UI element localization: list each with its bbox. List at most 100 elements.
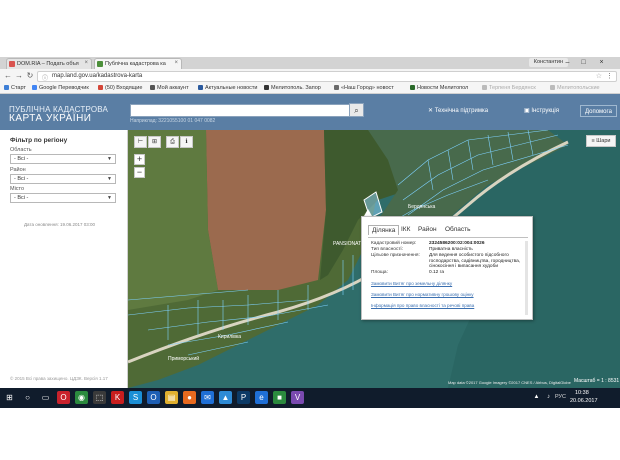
chevron-down-icon: ▼ <box>107 176 112 182</box>
firefox-icon[interactable]: ● <box>183 391 196 404</box>
bookmark-inbox[interactable]: (50) Входящие <box>98 85 142 91</box>
file-explorer-icon[interactable]: ▤ <box>165 391 178 404</box>
tab-ikk[interactable]: ІКК <box>398 226 413 233</box>
windows-start-icon[interactable]: ⊞ <box>3 391 16 404</box>
oblast-select[interactable]: - Всі - ▼ <box>10 154 116 164</box>
news-icon <box>198 85 203 90</box>
photoshop-icon[interactable]: P <box>237 391 250 404</box>
bookmark-start[interactable]: Старт <box>4 85 26 91</box>
cadastral-search-input[interactable] <box>130 104 350 117</box>
browser-tab-strip: DOM.RIA – Подать объя × Публічна кадастр… <box>0 57 620 69</box>
site-icon <box>264 85 269 90</box>
page-info-icon[interactable]: ⓘ <box>42 73 48 82</box>
task-view-icon[interactable]: ▭ <box>39 391 52 404</box>
skype-icon[interactable]: S <box>129 391 142 404</box>
chrome-icon[interactable]: ◉ <box>75 391 88 404</box>
map-label-berdianska: Бердянська <box>408 204 436 210</box>
zoom-out-button[interactable]: − <box>134 167 145 178</box>
bookmarks-bar: Старт Google Переводчик (50) Входящие Мо… <box>0 83 620 94</box>
area-value: 0.12 га <box>429 270 444 275</box>
outlook-icon[interactable]: O <box>147 391 160 404</box>
tab-rayon[interactable]: Район <box>415 226 440 233</box>
chevron-down-icon: ▼ <box>107 195 112 201</box>
filter-title: Фільтр по регіону <box>10 137 68 144</box>
cadastral-number-label: Кадастровий номер: <box>371 241 417 246</box>
bottom-blank-area <box>0 408 620 460</box>
bookmark-melitopolskie[interactable]: Мелитопольские <box>550 85 600 91</box>
mail-icon[interactable]: ✉ <box>201 391 214 404</box>
ownership-type-value: Приватна власність <box>429 247 473 252</box>
top-blank-area <box>0 0 620 57</box>
apps-icon <box>4 85 9 90</box>
volume-icon[interactable]: ♪ <box>542 391 555 404</box>
close-window-icon[interactable]: × <box>594 57 609 68</box>
map-label-kyrylivka: Кирилівка <box>218 334 241 340</box>
browser-tab-cadastre[interactable]: Публічна кадастрова ка × <box>94 58 182 69</box>
area-label: Площа: <box>371 270 388 275</box>
close-tab-icon[interactable]: × <box>84 60 88 66</box>
info-icon[interactable]: ℹ <box>180 136 193 148</box>
measure-distance-icon[interactable]: ⊢ <box>134 136 147 148</box>
popup-scrollbar[interactable] <box>525 241 528 315</box>
close-tab-icon[interactable]: × <box>174 60 178 66</box>
opera-icon[interactable]: O <box>57 391 70 404</box>
viber-icon[interactable]: V <box>291 391 304 404</box>
bookmark-star-icon[interactable]: ☆ <box>596 72 602 80</box>
cadastre-favicon-icon <box>97 61 103 67</box>
city-select[interactable]: - Всі - ▼ <box>10 193 116 203</box>
windows-taskbar: ⊞ ○ ▭ O ◉ ⬚ K S O ▤ ● ✉ ▲ P e ■ V ▲ ♪ <box>0 388 620 408</box>
bookmark-translate[interactable]: Google Переводчик <box>32 85 89 91</box>
tab-label: Публічна кадастрова ка <box>105 61 166 67</box>
bookmark-novosti[interactable]: Новости Мелитопол <box>410 85 468 91</box>
wrench-icon: ✕ <box>428 108 435 114</box>
search-icon[interactable]: ⌕ <box>349 103 364 117</box>
ownership-info-link[interactable]: Інформація про право власності та речові… <box>371 303 474 308</box>
help-button[interactable]: Допомога <box>580 105 617 117</box>
plowed-field <box>206 130 326 290</box>
bookmark-berdyansk[interactable]: Терпеня Бердянск <box>482 85 536 91</box>
tab-parcel[interactable]: Ділянка <box>368 225 400 235</box>
clock-date[interactable]: 20.06.2017 <box>570 398 598 404</box>
map-scale: Масштаб = 1 : 8531 <box>574 378 620 384</box>
manual-button[interactable]: ▣ Інструкція <box>520 105 563 117</box>
maximize-icon[interactable]: □ <box>576 57 591 68</box>
rayon-select[interactable]: - Всі - ▼ <box>10 174 116 184</box>
app-icon[interactable]: ■ <box>273 391 286 404</box>
reload-icon[interactable]: ↻ <box>25 71 35 81</box>
bookmark-news[interactable]: Актуальные новости <box>198 85 257 91</box>
photos-icon[interactable]: ▲ <box>219 391 232 404</box>
print-icon[interactable]: ⎙ <box>166 136 179 148</box>
search-icon[interactable]: ○ <box>21 391 34 404</box>
browser-menu-icon[interactable]: ⋮ <box>606 72 613 80</box>
keyboard-language[interactable]: РУС <box>555 394 566 400</box>
logo-subtitle[interactable]: КАРТА УКРАЇНИ <box>9 113 91 124</box>
parcel-info-popup: Ділянка ІКК Район Область Кадастровий но… <box>361 216 533 320</box>
edge-icon[interactable]: e <box>255 391 268 404</box>
tab-oblast[interactable]: Область <box>442 226 474 233</box>
layers-button[interactable]: ≡ Шари <box>586 135 616 147</box>
copyright: © 2015 Всі права захищено. ЦДЗК. Версія … <box>10 376 108 381</box>
clock-time[interactable]: 10:38 <box>575 390 589 396</box>
app-icon[interactable]: ⬚ <box>93 391 106 404</box>
tab-divider <box>368 237 528 238</box>
kaspersky-icon[interactable]: K <box>111 391 124 404</box>
bookmark-account[interactable]: Мой аккаунт <box>150 85 189 91</box>
order-valuation-extract-link[interactable]: Замовити Витяг про нормативну грошову оц… <box>371 292 474 297</box>
rayon-label: Район <box>10 167 26 173</box>
zoom-in-button[interactable]: + <box>134 154 145 165</box>
url-text: map.land.gov.ua/kadastrova-karta <box>52 73 143 79</box>
address-bar[interactable]: ⓘ map.land.gov.ua/kadastrova-karta ☆ ⋮ <box>37 71 617 82</box>
measure-area-icon[interactable]: ⊞ <box>148 136 161 148</box>
bookmark-nash-gorod[interactable]: «Наш Город» новост <box>334 85 394 91</box>
back-icon[interactable]: ← <box>3 71 13 81</box>
chevron-down-icon: ▼ <box>107 156 112 162</box>
support-button[interactable]: ✕ Технічна підтримка <box>424 105 492 117</box>
screen: DOM.RIA – Подать объя × Публічна кадастр… <box>0 0 620 460</box>
browser-tab-domria[interactable]: DOM.RIA – Подать объя × <box>6 58 92 69</box>
minimize-icon[interactable]: – <box>560 57 575 68</box>
region-filter-sidebar: Фільтр по регіону Область - Всі - ▼ Район… <box>0 130 128 388</box>
forward-icon[interactable]: → <box>14 71 24 81</box>
bookmark-melitopol[interactable]: Мелитополь. Запор <box>264 85 321 91</box>
oblast-label: Область <box>10 147 32 153</box>
order-parcel-extract-link[interactable]: Замовити Витяг про земельну ділянку <box>371 281 452 286</box>
